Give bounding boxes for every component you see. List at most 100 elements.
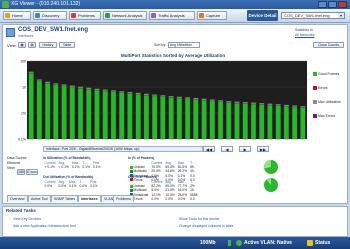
table-cell: 34.6% xyxy=(165,169,175,174)
chart-max-marker xyxy=(94,88,100,90)
chart-max-marker xyxy=(226,101,232,103)
history-button[interactable]: History xyxy=(39,42,57,48)
device-name: COS_DEV_SW1.fnet.eng xyxy=(18,27,89,33)
maximize-button[interactable] xyxy=(328,1,337,8)
out-packets-pie xyxy=(264,177,278,192)
change-columns-link[interactable]: Change displayed columns in table xyxy=(179,224,233,228)
chart-bar xyxy=(209,100,215,140)
chart-max-marker xyxy=(209,99,215,101)
sort-select-value: Avg Utilization xyxy=(170,43,193,47)
view-label: View: xyxy=(7,43,17,48)
out-packets-title: Out (% of Packets) xyxy=(128,175,158,179)
network-analysis-label: Network Analysis xyxy=(112,13,143,18)
legend-label: Good Frames xyxy=(318,72,340,76)
chart-bar xyxy=(193,99,199,140)
sort-select[interactable]: Avg Utilization xyxy=(168,42,200,48)
chart-legend: Good Frames Errors Max Utilization Max Erro… xyxy=(313,67,341,123)
multiport-bar-chart: 100 10 1% 0.1% xyxy=(18,60,307,142)
chart-tick-label: 10 xyxy=(22,86,26,90)
interface-label: Interface: Port 2/26 - GigabitEthernet2/… xyxy=(43,146,203,152)
home-button[interactable]: Home xyxy=(3,11,31,20)
last-page-button[interactable]: ▶▶ xyxy=(257,146,269,152)
chart-max-marker xyxy=(119,91,125,93)
add-application-link[interactable]: Add a new Application Infrastructure too… xyxy=(13,224,76,228)
prev-page-button[interactable]: ◀ xyxy=(221,146,233,152)
chart-view-icon[interactable]: ▦ xyxy=(18,42,26,48)
legend-swatch xyxy=(313,100,317,104)
chart-bar xyxy=(292,106,298,140)
chart-tick-label: 0.1% xyxy=(18,138,26,142)
in-packets-title: In (% of Packets) xyxy=(128,156,155,160)
tab-overview[interactable]: Overview xyxy=(7,195,28,202)
tab-interfaces[interactable]: Interfaces xyxy=(78,195,101,202)
tab-snmp-tables[interactable]: SNMP Tables xyxy=(51,195,79,202)
problems-label: Problems xyxy=(78,13,95,18)
grid-view-icon[interactable]: ▤ xyxy=(28,42,36,48)
table-button[interactable]: Table xyxy=(59,42,75,48)
chart-bar xyxy=(250,103,257,140)
chart-max-marker xyxy=(53,83,59,85)
main-panel: COS_DEV_SW1.fnet.eng Interfaces Switches… xyxy=(2,24,348,204)
switch-icon xyxy=(6,28,15,37)
table-cell: < 0.1% xyxy=(58,165,69,170)
switches-scope-link[interactable]: All Networks xyxy=(295,33,314,38)
related-tasks-title: Related Tasks xyxy=(6,208,36,213)
tab-problems[interactable]: Problems xyxy=(113,195,134,202)
table-cell: 0.1% xyxy=(69,184,77,189)
table-cell: 0.0 xyxy=(190,196,195,201)
device-subtitle: Interfaces xyxy=(18,34,34,38)
home-icon xyxy=(5,13,10,18)
errors-toggle-button[interactable]: Errors xyxy=(26,169,38,175)
device-detail-button[interactable]: Device Detail xyxy=(247,10,278,21)
chart-max-marker xyxy=(176,96,182,98)
discovery-button[interactable]: Discovery xyxy=(33,11,67,20)
chart-bar xyxy=(201,100,207,140)
table-cell: 29.2% xyxy=(177,169,188,174)
traffic-analysis-button[interactable]: Traffic Analysis xyxy=(149,11,195,20)
show-tools-link[interactable]: Show Tools for this device xyxy=(179,217,219,221)
view-key-devices-link[interactable]: View Key Devices xyxy=(13,217,41,221)
chart-bar xyxy=(259,104,265,140)
main-toolbar: Home Discovery Problems Network Analysis… xyxy=(0,9,350,23)
table-cell: 0.1% xyxy=(90,184,98,189)
chart-max-marker xyxy=(135,92,141,95)
table-cell: 0.0% xyxy=(58,184,67,189)
network-analysis-button[interactable]: Network Analysis xyxy=(103,11,147,20)
device-select-value: COS_DEV_SW1.fnet.eng xyxy=(284,13,330,18)
chart-bar xyxy=(86,89,92,140)
in-packets-pie xyxy=(263,159,278,174)
chart-bar xyxy=(143,95,150,140)
capture-button[interactable]: Capture xyxy=(197,11,227,20)
color-swatch xyxy=(129,165,133,169)
table-cell: 0.0% xyxy=(177,196,186,201)
discovery-icon xyxy=(35,13,40,18)
chart-max-marker xyxy=(251,102,256,104)
table-cell: 0.0% xyxy=(79,184,88,189)
tab-active-tool[interactable]: Active Tool xyxy=(28,195,51,202)
legend-swatch xyxy=(313,72,317,76)
in-utilization-panel: In Utilization (% of Bandwidth) Current A… xyxy=(43,156,102,169)
traffic-analysis-label: Traffic Analysis xyxy=(158,13,185,18)
minimize-button[interactable] xyxy=(318,1,327,8)
chart-plot-area xyxy=(27,61,307,139)
switches-label: Switches in xyxy=(295,28,313,32)
first-page-button[interactable]: ◀◀ xyxy=(203,146,215,152)
problems-button[interactable]: Problems xyxy=(69,11,101,20)
chart-bar xyxy=(61,85,67,140)
close-counts-button[interactable]: Close Counts xyxy=(313,42,344,48)
util-toggle-button[interactable]: Util xyxy=(17,169,25,175)
chart-max-marker xyxy=(127,92,133,94)
chart-bar xyxy=(102,90,108,140)
chart-bar xyxy=(283,106,290,140)
status-icon xyxy=(307,240,313,246)
device-select[interactable]: COS_DEV_SW1.fnet.eng ▾ xyxy=(281,12,345,19)
discovery-label: Discovery xyxy=(42,13,60,18)
close-button[interactable] xyxy=(338,1,347,8)
next-page-button[interactable]: ▶ xyxy=(239,146,251,152)
chart-bar xyxy=(110,91,117,140)
table-cell: 0.0% xyxy=(165,196,173,201)
status-label[interactable]: Status xyxy=(315,239,330,247)
row-label: Multicast xyxy=(128,169,150,173)
chart-bar xyxy=(135,94,141,140)
chart-max-marker xyxy=(111,90,116,92)
